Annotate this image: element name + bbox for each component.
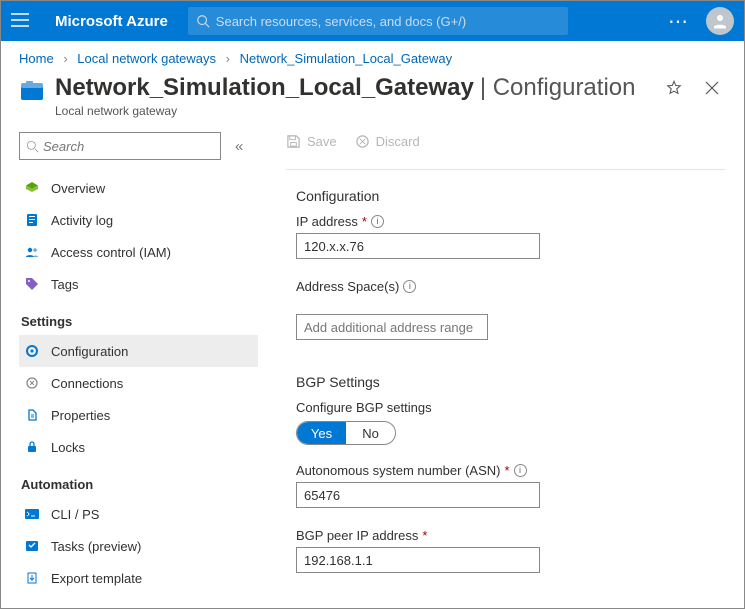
log-icon — [23, 213, 41, 227]
asn-label: Autonomous system number (ASN) — [296, 463, 500, 478]
save-button[interactable]: Save — [286, 134, 337, 149]
resource-icon — [19, 80, 47, 104]
breadcrumb-home[interactable]: Home — [19, 51, 54, 66]
sidebar-item-export[interactable]: Export template — [19, 562, 258, 594]
bgp-toggle-no[interactable]: No — [346, 422, 395, 444]
sidebar-item-activity-log[interactable]: Activity log — [19, 204, 258, 236]
discard-icon — [355, 134, 370, 149]
favorite-icon[interactable] — [666, 80, 682, 99]
required-icon: * — [504, 463, 509, 478]
chevron-right-icon: › — [226, 51, 230, 66]
breadcrumb: Home › Local network gateways › Network_… — [1, 41, 744, 72]
top-bar: Microsoft Azure Search resources, servic… — [1, 1, 744, 41]
sidebar-item-tasks[interactable]: Tasks (preview) — [19, 530, 258, 562]
tag-icon — [23, 277, 41, 291]
sidebar-item-overview[interactable]: Overview — [19, 172, 258, 204]
ip-address-input[interactable]: 120.x.x.76 — [296, 233, 540, 259]
collapse-icon[interactable]: « — [235, 138, 243, 155]
search-icon — [26, 140, 39, 153]
menu-icon[interactable] — [11, 13, 35, 30]
tasks-icon — [23, 540, 41, 552]
peer-ip-input[interactable]: 192.168.1.1 — [296, 547, 540, 573]
main-panel: Save Discard Configuration IP address * … — [264, 132, 726, 609]
bgp-heading: BGP Settings — [296, 374, 726, 390]
configure-bgp-label: Configure BGP settings — [296, 400, 432, 415]
sidebar-item-connections[interactable]: Connections — [19, 367, 258, 399]
info-icon[interactable]: i — [403, 280, 416, 293]
sidebar-item-tags[interactable]: Tags — [19, 268, 258, 300]
breadcrumb-level2[interactable]: Network_Simulation_Local_Gateway — [240, 51, 452, 66]
required-icon: * — [422, 528, 427, 543]
page-title: Network_Simulation_Local_Gateway — [55, 74, 474, 102]
asn-input[interactable]: 65476 — [296, 482, 540, 508]
page-header: Network_Simulation_Local_Gateway | Confi… — [1, 72, 744, 124]
global-search[interactable]: Search resources, services, and docs (G+… — [188, 7, 568, 35]
sidebar-item-iam[interactable]: Access control (IAM) — [19, 236, 258, 268]
breadcrumb-level1[interactable]: Local network gateways — [77, 51, 216, 66]
gear-icon — [23, 344, 41, 358]
close-icon[interactable] — [704, 80, 720, 99]
sidebar-item-configuration[interactable]: Configuration — [19, 335, 258, 367]
sidebar-search[interactable]: Search — [19, 132, 221, 160]
save-icon — [286, 134, 301, 149]
export-icon — [23, 571, 41, 585]
more-icon[interactable]: ⋯ — [668, 9, 690, 34]
chevron-right-icon: › — [63, 51, 67, 66]
required-icon: * — [362, 214, 367, 229]
address-spaces-label: Address Space(s) — [296, 279, 399, 294]
overview-icon — [23, 181, 41, 195]
connection-icon — [23, 376, 41, 390]
info-icon[interactable]: i — [371, 215, 384, 228]
sidebar-search-placeholder: Search — [43, 139, 84, 154]
bgp-toggle-yes[interactable]: Yes — [297, 422, 346, 444]
sidebar-item-cli[interactable]: CLI / PS — [19, 498, 258, 530]
discard-button[interactable]: Discard — [355, 134, 420, 149]
sidebar-section-automation: Automation — [21, 477, 258, 492]
lock-icon — [23, 440, 41, 454]
bgp-toggle[interactable]: Yes No — [296, 421, 396, 445]
brand-label: Microsoft Azure — [55, 13, 168, 30]
sidebar-item-locks[interactable]: Locks — [19, 431, 258, 463]
ip-label: IP address — [296, 214, 358, 229]
sidebar-item-properties[interactable]: Properties — [19, 399, 258, 431]
global-search-placeholder: Search resources, services, and docs (G+… — [216, 14, 466, 29]
page-section: Configuration — [493, 74, 636, 101]
sidebar-section-settings: Settings — [21, 314, 258, 329]
avatar[interactable] — [706, 7, 734, 35]
address-range-input[interactable]: Add additional address range — [296, 314, 488, 340]
people-icon — [23, 246, 41, 258]
properties-icon — [23, 408, 41, 422]
cli-icon — [23, 509, 41, 519]
search-icon — [196, 14, 210, 28]
config-heading: Configuration — [296, 188, 726, 204]
peer-ip-label: BGP peer IP address — [296, 528, 418, 543]
info-icon[interactable]: i — [514, 464, 527, 477]
sidebar: Search « Overview Activity log Access co… — [19, 132, 264, 609]
page-subtitle: Local network gateway — [55, 104, 666, 118]
